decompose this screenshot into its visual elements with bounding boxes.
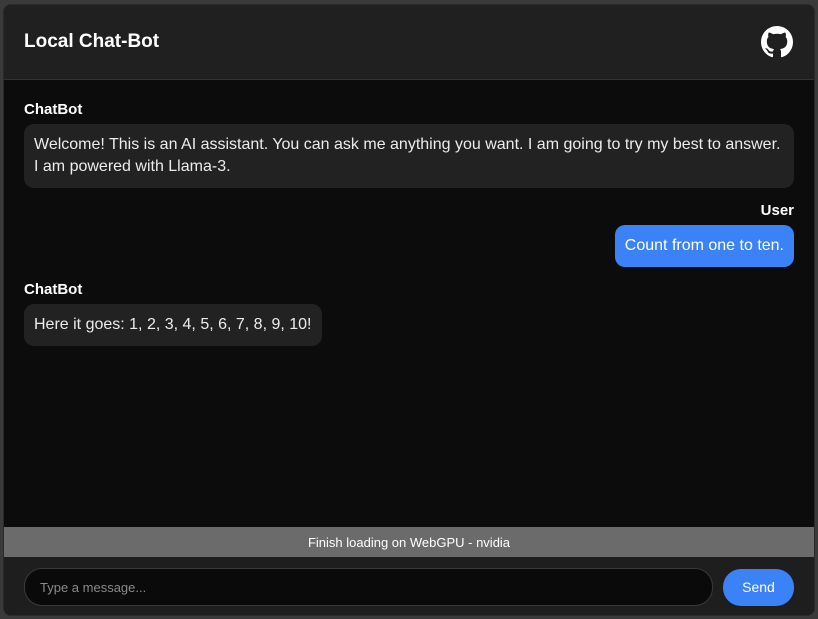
status-bar: Finish loading on WebGPU - nvidia bbox=[4, 527, 814, 557]
app-title: Local Chat-Bot bbox=[24, 31, 160, 52]
github-icon-svg bbox=[761, 26, 793, 58]
message-bubble: Welcome! This is an AI assistant. You ca… bbox=[24, 124, 794, 188]
chat-window: Local Chat-Bot ChatBot Welcome! This is … bbox=[3, 4, 815, 616]
sender-label: User bbox=[760, 202, 794, 219]
github-icon[interactable] bbox=[760, 25, 794, 59]
message-bot: ChatBot Here it goes: 1, 2, 3, 4, 5, 6, … bbox=[24, 281, 794, 346]
sender-label: ChatBot bbox=[24, 281, 83, 298]
composer: Send bbox=[4, 557, 814, 615]
message-user: User Count from one to ten. bbox=[24, 202, 794, 267]
sender-label: ChatBot bbox=[24, 101, 83, 118]
message-bubble: Here it goes: 1, 2, 3, 4, 5, 6, 7, 8, 9,… bbox=[24, 304, 322, 346]
message-bot: ChatBot Welcome! This is an AI assistant… bbox=[24, 101, 794, 188]
send-button[interactable]: Send bbox=[723, 568, 794, 606]
message-input[interactable] bbox=[24, 568, 713, 606]
message-list[interactable]: ChatBot Welcome! This is an AI assistant… bbox=[4, 81, 814, 527]
message-bubble: Count from one to ten. bbox=[614, 225, 794, 267]
app-header: Local Chat-Bot bbox=[4, 5, 814, 80]
